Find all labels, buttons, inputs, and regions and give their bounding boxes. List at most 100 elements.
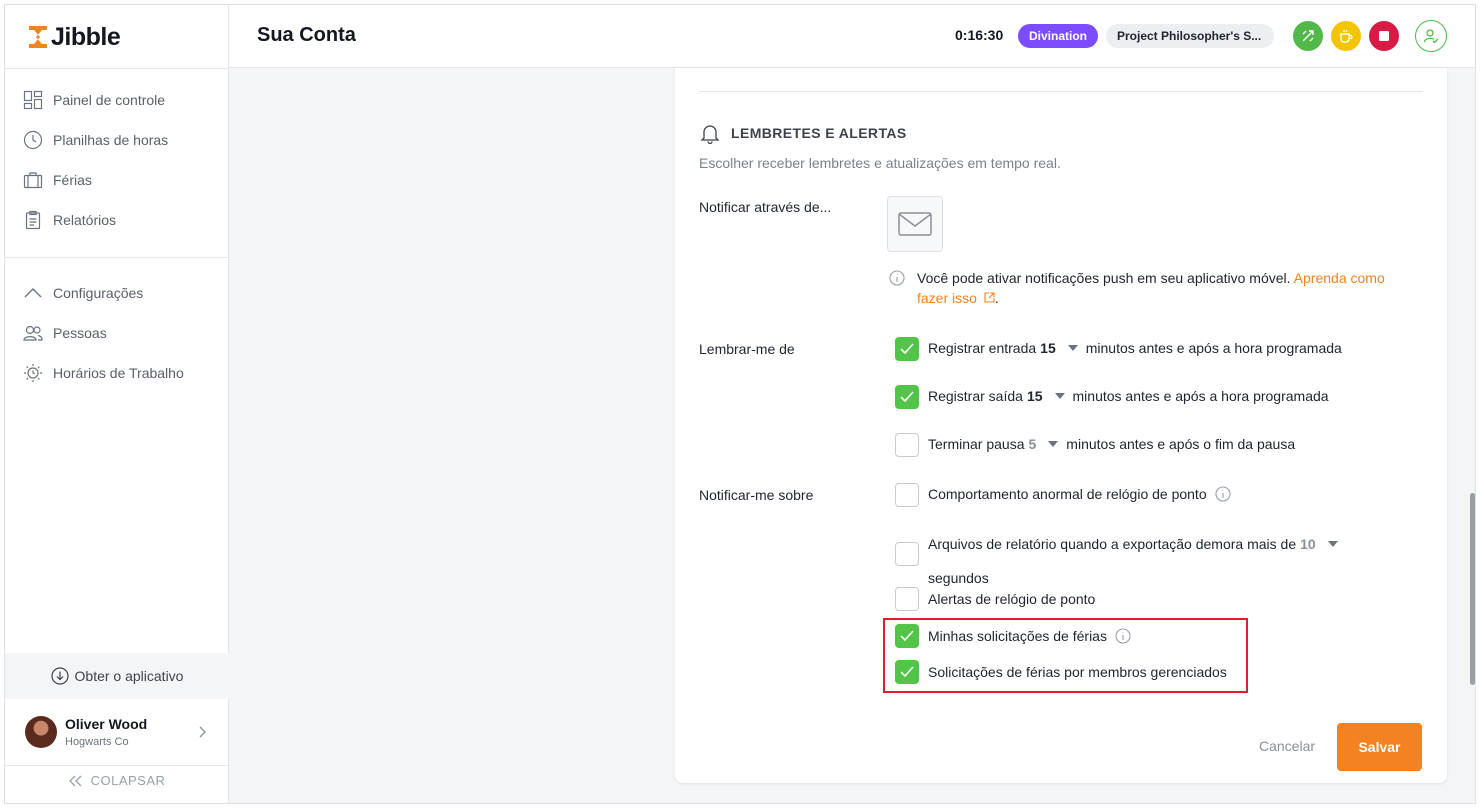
settings-card: LEMBRETES E ALERTAS Escolher receber lem…: [675, 68, 1447, 783]
push-note-text: Você pode ativar notificações push em se…: [917, 270, 1291, 286]
nav-dashboard[interactable]: Painel de controle: [23, 88, 165, 112]
remind-clock-out-text: Registrar saída 15 minutos antes e após …: [928, 388, 1329, 404]
report-files-text: Arquivos de relatório quando a exportaçã…: [928, 536, 1346, 552]
collapse-label: COLAPSAR: [90, 773, 166, 788]
chevron-right-icon: [199, 726, 206, 738]
report-files-checkbox[interactable]: [895, 542, 919, 566]
push-note-end: .: [994, 290, 999, 306]
minutes-value: 5: [1028, 436, 1037, 452]
abnormal-clock-checkbox[interactable]: [895, 483, 919, 507]
nav-label: Pessoas: [53, 325, 107, 341]
chevron-up-icon: [24, 288, 42, 298]
caret-down-icon: [1327, 541, 1338, 547]
report-files-text-2: segundos: [928, 570, 989, 586]
clock-alerts-checkbox[interactable]: [895, 587, 919, 611]
user-org: Hogwarts Co: [65, 736, 129, 748]
switch-activity-icon: [1302, 30, 1314, 42]
remind-end-break-checkbox[interactable]: [895, 433, 919, 457]
get-app-label: Obter o aplicativo: [74, 668, 184, 684]
email-icon: [898, 212, 932, 236]
nav-timesheets[interactable]: Planilhas de horas: [23, 128, 168, 152]
avatar: [25, 716, 57, 748]
notify-label: Notificar-me sobre: [699, 487, 814, 503]
learn-how-link-text: Aprenda como: [1293, 270, 1385, 286]
stop-button[interactable]: [1369, 21, 1399, 51]
nav-people[interactable]: Pessoas: [23, 321, 107, 345]
remind-text: Registrar entrada: [928, 340, 1037, 356]
info-icon[interactable]: [1215, 486, 1231, 502]
download-icon: [50, 667, 69, 685]
remind-text: minutos antes e após o fim da pausa: [1066, 436, 1296, 452]
remind-clock-out-checkbox[interactable]: [895, 385, 919, 409]
clock-alerts-text: Alertas de relógio de ponto: [928, 591, 1096, 607]
scrollbar-thumb[interactable]: [1470, 493, 1475, 685]
info-icon: [889, 270, 905, 286]
bell-icon: [700, 125, 720, 144]
suitcase-icon: [23, 172, 43, 189]
notify-text: Arquivos de relatório quando a exportaçã…: [928, 536, 1297, 552]
page-title: Sua Conta: [257, 24, 356, 46]
nav-label: Horários de Trabalho: [53, 365, 184, 381]
minutes-dropdown[interactable]: 15: [1023, 388, 1073, 404]
user-check-icon: [1423, 29, 1439, 44]
nav-work-schedules[interactable]: Horários de Trabalho: [23, 361, 184, 385]
nav-settings[interactable]: Configurações: [23, 281, 143, 305]
save-button[interactable]: Salvar: [1337, 723, 1422, 771]
project-badge[interactable]: Project Philosopher's S...: [1106, 24, 1274, 48]
external-link-icon: [984, 292, 995, 303]
check-icon: [900, 391, 914, 403]
nav-label: Relatórios: [53, 212, 117, 228]
user-status-button[interactable]: [1415, 20, 1447, 52]
nav-time-off[interactable]: Férias: [23, 168, 92, 192]
minutes-dropdown[interactable]: 5: [1025, 436, 1067, 452]
nav-label: Férias: [53, 172, 92, 188]
minutes-value: 15: [1026, 388, 1043, 404]
check-icon: [900, 343, 914, 355]
divider: [699, 91, 1423, 92]
abnormal-clock-text: Comportamento anormal de relógio de pont…: [928, 486, 1231, 502]
seconds-dropdown[interactable]: 10: [1296, 536, 1346, 552]
minutes-value: 15: [1040, 340, 1056, 356]
stop-icon: [1379, 31, 1389, 41]
section-description: Escolher receber lembretes e atualizaçõe…: [699, 155, 1061, 171]
section-title: LEMBRETES E ALERTAS: [699, 122, 907, 144]
highlight-box: [883, 618, 1248, 693]
user-profile[interactable]: Oliver Wood Hogwarts Co: [5, 703, 229, 761]
remind-text: Terminar pausa: [928, 436, 1025, 452]
activity-badge[interactable]: Divination: [1018, 24, 1099, 48]
sun-clock-icon: [24, 364, 42, 382]
nav-label: Painel de controle: [53, 92, 166, 108]
divider: [5, 68, 229, 69]
learn-how-link-text-2: fazer isso: [917, 290, 977, 306]
minutes-dropdown[interactable]: 15: [1036, 340, 1086, 356]
divider: [5, 257, 229, 258]
clipboard-icon: [25, 210, 41, 230]
email-channel-toggle[interactable]: [887, 196, 943, 252]
cancel-button[interactable]: Cancelar: [1259, 738, 1315, 754]
break-icon: [1340, 30, 1353, 43]
nav-label: Planilhas de horas: [53, 132, 169, 148]
collapse-button[interactable]: COLAPSAR: [5, 765, 229, 795]
notify-via-label: Notificar através de...: [699, 199, 832, 215]
sidebar: Jibble Painel de controle Planilhas de h…: [5, 5, 229, 803]
break-button[interactable]: [1331, 21, 1361, 51]
remind-text: minutos antes e após a hora programada: [1072, 388, 1329, 404]
clock-icon: [23, 130, 43, 150]
nav-label: Configurações: [53, 285, 144, 301]
caret-down-icon: [1054, 393, 1065, 399]
jibble-logo-icon: [29, 26, 47, 48]
remind-clock-in-checkbox[interactable]: [895, 337, 919, 361]
remind-text: minutos antes e após a hora programada: [1085, 340, 1342, 356]
caret-down-icon: [1048, 441, 1059, 447]
app-name: Jibble: [51, 22, 121, 51]
double-chevron-left-icon: [68, 775, 82, 786]
get-app-button[interactable]: Obter o aplicativo: [5, 653, 229, 699]
switch-activity-button[interactable]: [1293, 21, 1323, 51]
nav-reports[interactable]: Relatórios: [23, 208, 116, 232]
remind-label: Lembrar-me de: [699, 341, 795, 357]
remind-clock-in-text: Registrar entrada 15 minutos antes e apó…: [928, 340, 1342, 356]
jibble-logo[interactable]: Jibble: [27, 22, 121, 51]
caret-down-icon: [1067, 345, 1078, 351]
timer: 0:16:30: [955, 27, 1004, 43]
dashboard-icon: [23, 90, 43, 110]
